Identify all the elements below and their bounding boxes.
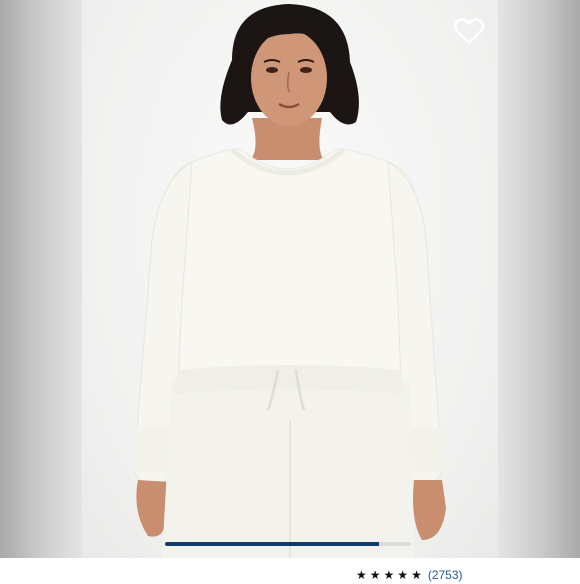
right-blurred-backdrop xyxy=(498,0,580,580)
star-icon: ★ xyxy=(411,568,422,582)
wishlist-button[interactable] xyxy=(452,14,486,48)
star-icon: ★ xyxy=(369,568,381,582)
star-rating: ★ ★ ★ ★ ★ xyxy=(356,569,422,581)
heart-outline-icon xyxy=(454,18,484,45)
left-blurred-backdrop xyxy=(0,0,82,580)
star-icon: ★ xyxy=(383,568,395,582)
carousel-progress-fill xyxy=(165,542,380,546)
image-carousel-progress xyxy=(165,542,411,546)
product-info-strip xyxy=(0,558,580,580)
product-image[interactable] xyxy=(82,0,498,558)
star-icon: ★ xyxy=(356,568,367,582)
product-rating[interactable]: ★ ★ ★ ★ ★ (2753) xyxy=(356,566,463,584)
star-icon: ★ xyxy=(397,568,409,582)
model-illustration xyxy=(133,4,446,558)
